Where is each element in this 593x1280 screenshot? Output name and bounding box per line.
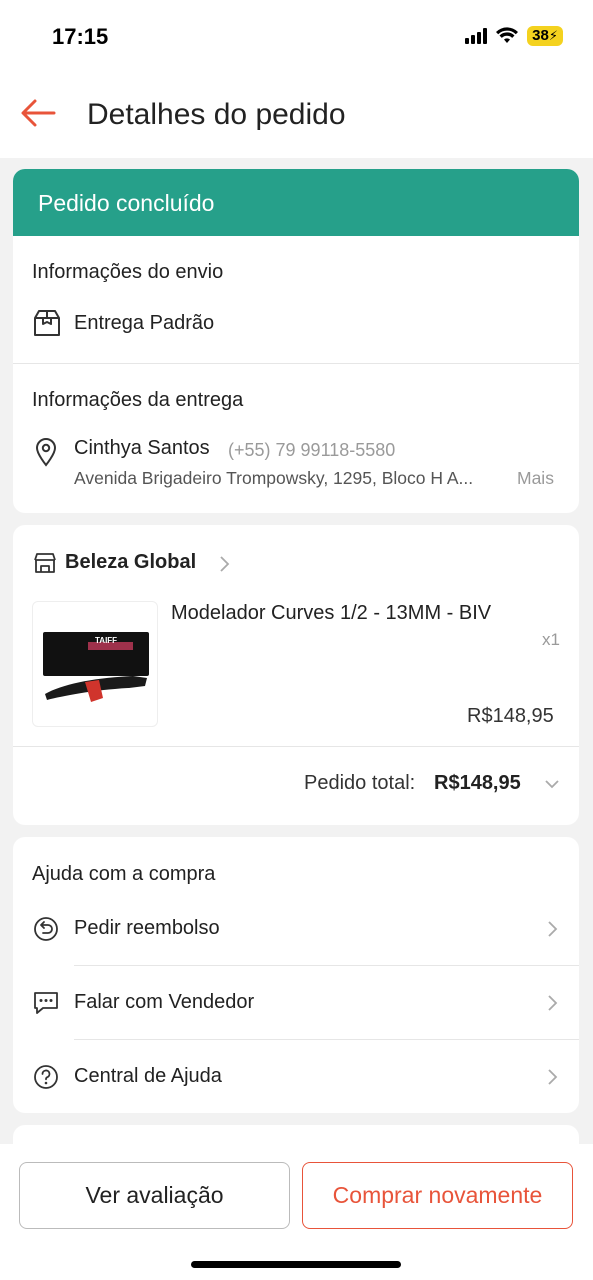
package-icon: [34, 310, 60, 336]
product-quantity: x1: [542, 630, 560, 649]
product-image-art: TAIFF: [43, 632, 149, 702]
app-header: Detalhes do pedido: [0, 72, 593, 158]
help-item-label: Pedir reembolso: [74, 917, 220, 939]
product-brand-text: TAIFF: [95, 636, 117, 645]
chevron-right-icon: [548, 1069, 558, 1085]
shipping-method: Entrega Padrão: [74, 312, 215, 334]
page-title: Detalhes do pedido: [87, 98, 346, 131]
chat-icon: [34, 992, 58, 1014]
bottom-action-bar: Ver avaliação Comprar novamente: [0, 1144, 593, 1280]
delivery-address: Avenida Brigadeiro Trompowsky, 1295, Blo…: [74, 468, 474, 488]
recipient-name: Cinthya Santos: [74, 437, 210, 459]
buy-again-button[interactable]: Comprar novamente: [302, 1162, 573, 1229]
product-image[interactable]: TAIFF: [32, 601, 158, 727]
order-info-card: Pedido concluído Informações do envio En…: [13, 169, 579, 513]
view-review-button[interactable]: Ver avaliação: [19, 1162, 290, 1229]
help-card: Ajuda com a compra Pedir reembolso Falar…: [13, 837, 579, 1113]
divider: [13, 363, 579, 364]
refund-icon: [34, 917, 58, 941]
recipient-phone: (+55) 79 99118-5580: [228, 440, 396, 460]
status-icons: 38⚡: [465, 26, 563, 46]
delivery-info-title: Informações da entrega: [32, 389, 244, 411]
shipping-info-title: Informações do envio: [32, 261, 224, 283]
status-bar: 17:15 38⚡: [0, 0, 593, 72]
order-total-value: R$148,95: [434, 772, 521, 794]
product-title[interactable]: Modelador Curves 1/2 - 13MM - BIV: [171, 602, 491, 625]
help-item-help-center[interactable]: Central de Ajuda: [13, 1039, 579, 1113]
location-pin-icon: [35, 438, 57, 467]
help-item-label: Central de Ajuda: [74, 1065, 222, 1087]
back-arrow-icon[interactable]: [20, 98, 56, 128]
product-card: Beleza Global TAIFF Modelador Curves 1/2…: [13, 525, 579, 825]
order-total-label: Pedido total:: [304, 772, 416, 794]
chevron-down-icon[interactable]: [544, 778, 560, 790]
home-indicator[interactable]: [191, 1261, 401, 1268]
shop-name[interactable]: Beleza Global: [65, 551, 196, 574]
help-item-chat-seller[interactable]: Falar com Vendedor: [13, 965, 579, 1039]
chevron-right-icon: [548, 995, 558, 1011]
help-icon: [34, 1065, 58, 1089]
product-price: R$148,95: [467, 705, 554, 727]
help-item-refund[interactable]: Pedir reembolso: [13, 891, 579, 965]
signal-icon: [465, 28, 488, 44]
status-time: 17:15: [52, 24, 109, 49]
wifi-icon: [496, 27, 519, 43]
chevron-right-icon[interactable]: [218, 555, 230, 573]
chevron-right-icon: [548, 921, 558, 937]
battery-indicator: 38⚡: [527, 26, 563, 46]
help-item-label: Falar com Vendedor: [74, 991, 255, 1013]
order-status-banner: Pedido concluído: [13, 169, 579, 236]
address-more-link[interactable]: Mais: [517, 468, 554, 489]
shop-icon: [34, 553, 56, 573]
divider: [13, 746, 579, 747]
help-title: Ajuda com a compra: [32, 863, 216, 885]
